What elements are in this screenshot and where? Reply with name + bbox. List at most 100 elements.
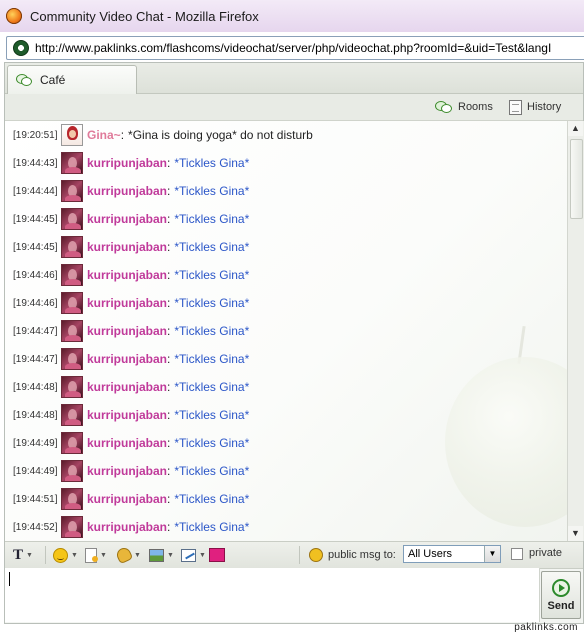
message-text: *Tickles Gina* — [174, 464, 250, 478]
message-username[interactable]: kurripunjaban — [87, 156, 167, 170]
message-text: *Tickles Gina* — [174, 212, 250, 226]
message-row: [19:44:48] kurripunjaban: *Tickles Gina* — [13, 373, 249, 401]
rooms-label: Rooms — [458, 101, 493, 113]
message-username[interactable]: kurripunjaban — [87, 380, 167, 394]
user-avatar[interactable] — [61, 376, 83, 398]
user-avatar[interactable] — [61, 152, 83, 174]
private-checkbox[interactable] — [511, 548, 523, 560]
address-bar[interactable]: http://www.paklinks.com/flashcoms/videoc… — [6, 36, 584, 60]
message-username[interactable]: kurripunjaban — [87, 212, 167, 226]
user-avatar[interactable] — [61, 208, 83, 230]
message-timestamp: [19:44:45] — [13, 213, 58, 225]
message-timestamp: [19:20:51] — [13, 129, 58, 141]
user-avatar[interactable] — [61, 124, 83, 146]
chat-bubbles-icon — [435, 100, 453, 114]
scroll-up-arrow-icon[interactable]: ▲ — [568, 121, 583, 136]
user-avatar[interactable] — [61, 320, 83, 342]
message-username[interactable]: Gina~ — [87, 128, 121, 142]
message-username[interactable]: kurripunjaban — [87, 184, 167, 198]
message-timestamp: [19:44:44] — [13, 185, 58, 197]
message-separator: : — [167, 156, 171, 170]
message-username[interactable]: kurripunjaban — [87, 240, 167, 254]
message-row: [19:44:44] kurripunjaban: *Tickles Gina* — [13, 177, 249, 205]
globe-icon — [13, 40, 29, 56]
message-username[interactable]: kurripunjaban — [87, 464, 167, 478]
message-timestamp: [19:44:47] — [13, 353, 58, 365]
message-text: *Tickles Gina* — [174, 324, 250, 338]
send-button[interactable]: Send — [541, 571, 581, 619]
chevron-down-icon: ▼ — [71, 551, 78, 559]
message-timestamp: [19:44:52] — [13, 521, 58, 533]
message-username[interactable]: kurripunjaban — [87, 436, 167, 450]
send-arrow-icon — [552, 578, 570, 597]
scroll-down-arrow-icon[interactable]: ▼ — [568, 526, 583, 541]
message-username[interactable]: kurripunjaban — [87, 408, 167, 422]
message-text: *Tickles Gina* — [174, 156, 250, 170]
message-row: [19:44:47] kurripunjaban: *Tickles Gina* — [13, 345, 249, 373]
message-username[interactable]: kurripunjaban — [87, 296, 167, 310]
message-username[interactable]: kurripunjaban — [87, 352, 167, 366]
window-title: Community Video Chat - Mozilla Firefox — [30, 8, 259, 24]
tab-cafe[interactable]: Café — [7, 65, 137, 94]
recipient-select[interactable]: All Users ▼ — [403, 545, 501, 563]
message-text: *Tickles Gina* — [174, 240, 250, 254]
message-text: *Gina is doing yoga* do not disturb — [128, 128, 313, 142]
message-input[interactable] — [5, 568, 540, 622]
color-button[interactable] — [209, 547, 225, 563]
history-button[interactable]: History — [509, 98, 561, 116]
user-avatar[interactable] — [61, 516, 83, 538]
private-label: private — [529, 547, 563, 559]
chat-toolbar: Rooms History — [5, 94, 583, 121]
message-list[interactable]: [19:20:51] Gina~: *Gina is doing yoga* do … — [5, 121, 567, 541]
emoticon-button[interactable]: ▼ — [53, 547, 78, 563]
user-avatar[interactable] — [61, 180, 83, 202]
chat-window: Café Rooms History [19:20:51] Gina~: *Gina… — [4, 62, 584, 624]
user-avatar[interactable] — [61, 236, 83, 258]
message-text: *Tickles Gina* — [174, 520, 250, 534]
message-row: [19:44:48] kurripunjaban: *Tickles Gina* — [13, 401, 249, 429]
message-username[interactable]: kurripunjaban — [87, 268, 167, 282]
message-separator: : — [167, 464, 171, 478]
message-text: *Tickles Gina* — [174, 352, 250, 366]
user-avatar[interactable] — [61, 404, 83, 426]
message-text: *Tickles Gina* — [174, 296, 250, 310]
message-separator: : — [167, 240, 171, 254]
image-button[interactable]: ▼ — [149, 547, 174, 563]
apple-background-decoration — [445, 357, 567, 527]
message-separator: : — [167, 296, 171, 310]
room-tab-strip: Café — [5, 63, 583, 94]
message-row: [19:44:49] kurripunjaban: *Tickles Gina* — [13, 429, 249, 457]
chevron-down-icon: ▼ — [26, 551, 33, 559]
chevron-down-icon[interactable]: ▼ — [484, 546, 500, 562]
message-text: *Tickles Gina* — [174, 408, 250, 422]
message-scrollbar[interactable]: ▲ ▼ — [567, 121, 584, 541]
user-avatar[interactable] — [61, 460, 83, 482]
sound-button[interactable]: ▼ — [114, 545, 141, 565]
scroll-thumb[interactable] — [570, 139, 583, 219]
message-row: [19:44:49] kurripunjaban: *Tickles Gina* — [13, 457, 249, 485]
message-timestamp: [19:44:47] — [13, 325, 58, 337]
text-format-button[interactable]: T ▼ — [13, 547, 33, 563]
message-separator: : — [167, 184, 171, 198]
public-message-icon — [309, 548, 323, 562]
message-text: *Tickles Gina* — [174, 492, 250, 506]
message-username[interactable]: kurripunjaban — [87, 492, 167, 506]
recipient-selected: All Users — [408, 548, 453, 560]
whiteboard-button[interactable]: ▼ — [181, 547, 206, 563]
user-avatar[interactable] — [61, 348, 83, 370]
message-timestamp: [19:44:51] — [13, 493, 58, 505]
message-row: [19:44:46] kurripunjaban: *Tickles Gina* — [13, 289, 249, 317]
message-separator: : — [120, 128, 125, 142]
message-username[interactable]: kurripunjaban — [87, 520, 167, 534]
user-avatar[interactable] — [61, 292, 83, 314]
message-username[interactable]: kurripunjaban — [87, 324, 167, 338]
rooms-button[interactable]: Rooms — [435, 98, 493, 116]
message-row: [19:44:46] kurripunjaban: *Tickles Gina* — [13, 261, 249, 289]
file-button[interactable]: ▼ — [85, 547, 107, 563]
user-avatar[interactable] — [61, 488, 83, 510]
user-avatar[interactable] — [61, 432, 83, 454]
user-avatar[interactable] — [61, 264, 83, 286]
message-row: [19:20:51] Gina~: *Gina is doing yoga* do … — [13, 121, 313, 149]
image-icon — [149, 548, 164, 562]
message-row: [19:44:47] kurripunjaban: *Tickles Gina* — [13, 317, 249, 345]
